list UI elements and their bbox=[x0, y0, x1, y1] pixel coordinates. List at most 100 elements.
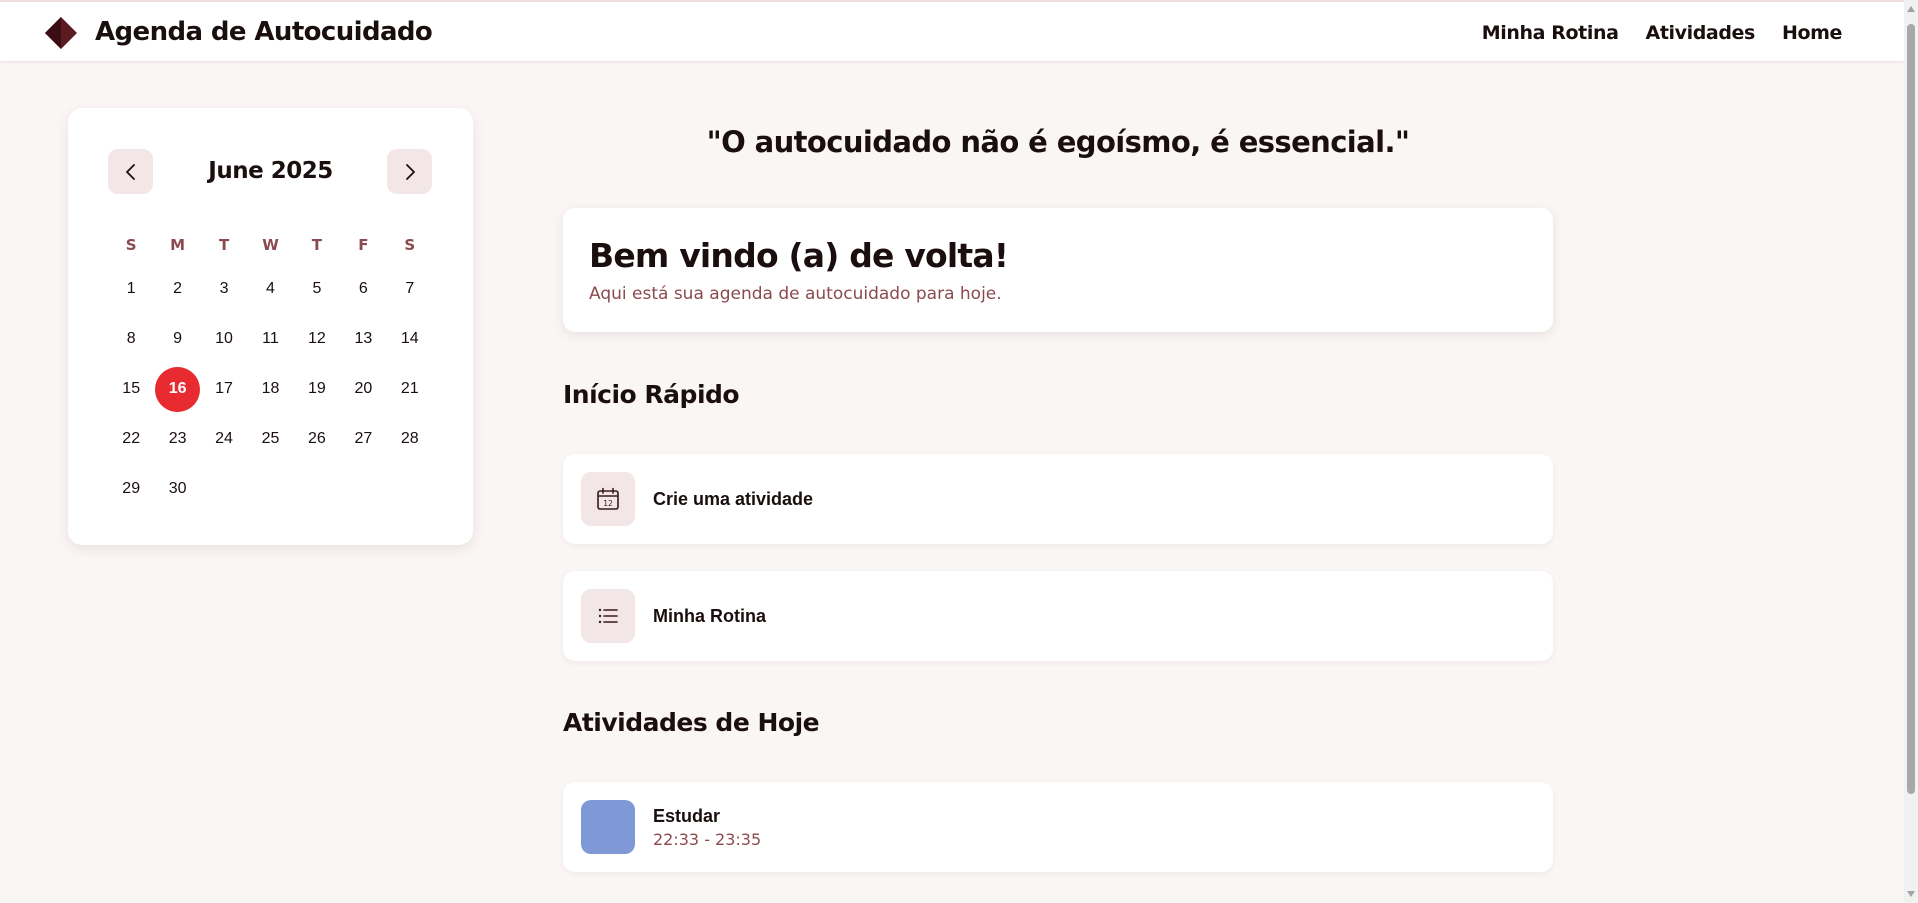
calendar-day-number: 9 bbox=[173, 330, 183, 347]
welcome-subtitle: Aqui está sua agenda de autocuidado para… bbox=[589, 284, 1002, 304]
calendar-day[interactable]: 23 bbox=[154, 414, 200, 464]
calendar-day[interactable]: 28 bbox=[387, 414, 433, 464]
calendar-day[interactable]: 19 bbox=[294, 364, 340, 414]
weekday-label: M bbox=[170, 236, 186, 254]
calendar-day-number: 7 bbox=[405, 280, 415, 297]
top-bar: Agenda de Autocuidado Minha Rotina Ativi… bbox=[0, 0, 1904, 62]
welcome-card: Bem vindo (a) de volta! Aqui está sua ag… bbox=[563, 208, 1553, 332]
svg-text:12: 12 bbox=[603, 499, 613, 508]
quick-start-heading: Início Rápido bbox=[563, 380, 740, 409]
motivational-quote: "O autocuidado não é egoísmo, é essencia… bbox=[706, 125, 1410, 159]
calendar-day[interactable]: 2 bbox=[154, 264, 200, 314]
calendar-day-number: 16 bbox=[155, 366, 201, 412]
calendar-day-number: 1 bbox=[126, 280, 136, 297]
list-icon-container bbox=[581, 589, 635, 643]
calendar-day-number: 20 bbox=[354, 380, 373, 397]
calendar-icon: 12 bbox=[597, 487, 619, 510]
calendar-day[interactable]: 8 bbox=[108, 314, 154, 364]
calendar-day-number: 26 bbox=[308, 430, 326, 447]
weekday-label: S bbox=[404, 236, 416, 254]
calendar-day-number: 22 bbox=[122, 430, 141, 447]
calendar-day-number: 15 bbox=[122, 380, 141, 397]
weekday-label: F bbox=[358, 236, 369, 254]
calendar-day[interactable]: 3 bbox=[201, 264, 247, 314]
create-activity-button[interactable]: 12 Crie uma atividade bbox=[563, 454, 1553, 544]
activity-time: 22:33 - 23:35 bbox=[653, 830, 762, 849]
activity-name: Estudar bbox=[653, 806, 721, 826]
weekday-label: T bbox=[311, 236, 323, 254]
calendar-grid: S M T W T F S 1 2 3 4 5 6 7 8 9 10 11 12 13 14 15 16 17 18 19 20 21… bbox=[108, 226, 433, 514]
calendar-day[interactable]: 21 bbox=[387, 364, 433, 414]
calendar-day[interactable]: 15 bbox=[108, 364, 154, 414]
calendar-day[interactable]: 12 bbox=[294, 314, 340, 364]
calendar-day-number: 3 bbox=[219, 280, 229, 297]
calendar-next-button[interactable] bbox=[387, 149, 432, 194]
scrollbar-thumb[interactable] bbox=[1907, 24, 1915, 794]
chevron-right-icon bbox=[405, 163, 415, 180]
scroll-down-arrow-icon[interactable] bbox=[1907, 891, 1915, 897]
calendar-day-number: 27 bbox=[354, 430, 373, 447]
vertical-scrollbar[interactable] bbox=[1904, 0, 1918, 903]
my-routine-label: Minha Rotina bbox=[653, 606, 766, 626]
calendar-day[interactable]: 27 bbox=[340, 414, 386, 464]
calendar-day-number: 13 bbox=[354, 330, 373, 347]
calendar-day[interactable]: 25 bbox=[247, 414, 293, 464]
calendar-day[interactable]: 11 bbox=[247, 314, 293, 364]
activity-color-swatch bbox=[581, 800, 635, 854]
calendar-icon-container: 12 bbox=[581, 472, 635, 526]
today-activities-heading: Atividades de Hoje bbox=[563, 708, 820, 737]
calendar-widget: June 2025 S M T W T F S 1 2 3 4 5 6 7 8 9 10 11 12 13 14 15 16… bbox=[68, 108, 473, 545]
calendar-day-number: 11 bbox=[262, 330, 279, 347]
calendar-day-number: 30 bbox=[168, 480, 187, 497]
calendar-day[interactable]: 10 bbox=[201, 314, 247, 364]
calendar-day-number: 4 bbox=[266, 280, 275, 297]
calendar-day-number: 25 bbox=[261, 430, 280, 447]
calendar-day[interactable]: 6 bbox=[340, 264, 386, 314]
calendar-day[interactable]: 20 bbox=[340, 364, 386, 414]
calendar-day[interactable]: 18 bbox=[247, 364, 293, 414]
nav-link-home[interactable]: Home bbox=[1782, 22, 1842, 44]
calendar-day-number: 24 bbox=[215, 430, 233, 447]
calendar-day[interactable]: 14 bbox=[387, 314, 433, 364]
weekday-label: W bbox=[262, 236, 279, 254]
weekday-label: T bbox=[218, 236, 230, 254]
activity-item[interactable]: Estudar 22:33 - 23:35 bbox=[563, 782, 1553, 872]
create-activity-label: Crie uma atividade bbox=[653, 489, 814, 509]
calendar-day-number: 6 bbox=[358, 280, 368, 297]
calendar-day-number: 18 bbox=[261, 380, 280, 397]
calendar-day[interactable]: 24 bbox=[201, 414, 247, 464]
calendar-day-number: 17 bbox=[215, 380, 233, 397]
main-nav: Minha Rotina Atividades Home bbox=[1482, 22, 1843, 44]
calendar-day[interactable]: 9 bbox=[154, 314, 200, 364]
calendar-day[interactable]: 7 bbox=[387, 264, 433, 314]
calendar-day-number: 29 bbox=[122, 480, 141, 497]
calendar-day[interactable]: 26 bbox=[294, 414, 340, 464]
calendar-day[interactable]: 22 bbox=[108, 414, 154, 464]
calendar-day-number: 5 bbox=[312, 280, 322, 297]
calendar-day[interactable]: 5 bbox=[294, 264, 340, 314]
scroll-up-arrow-icon[interactable] bbox=[1907, 6, 1915, 12]
calendar-day-number: 19 bbox=[308, 380, 326, 397]
calendar-day[interactable]: 30 bbox=[154, 464, 200, 514]
calendar-day-number: 28 bbox=[400, 430, 419, 447]
my-routine-button[interactable]: Minha Rotina bbox=[563, 571, 1553, 661]
calendar-day-number: 2 bbox=[173, 280, 183, 297]
calendar-day[interactable]: 29 bbox=[108, 464, 154, 514]
calendar-day[interactable]: 1 bbox=[108, 264, 154, 314]
calendar-day-number: 14 bbox=[400, 330, 419, 347]
welcome-title: Bem vindo (a) de volta! bbox=[589, 236, 1009, 275]
diamond-logo-icon[interactable] bbox=[44, 16, 78, 50]
calendar-day[interactable]: 17 bbox=[201, 364, 247, 414]
calendar-day-number: 21 bbox=[400, 380, 419, 397]
calendar-day-number: 12 bbox=[308, 330, 326, 347]
calendar-day[interactable]: 13 bbox=[340, 314, 386, 364]
calendar-day-number: 23 bbox=[168, 430, 187, 447]
weekday-label: S bbox=[125, 236, 137, 254]
calendar-day-number: 8 bbox=[126, 330, 136, 347]
app-title[interactable]: Agenda de Autocuidado bbox=[95, 17, 433, 47]
calendar-day[interactable]: 4 bbox=[247, 264, 293, 314]
nav-link-atividades[interactable]: Atividades bbox=[1646, 22, 1756, 44]
calendar-day-today[interactable]: 16 bbox=[154, 364, 201, 414]
nav-link-minha-rotina[interactable]: Minha Rotina bbox=[1482, 22, 1619, 44]
calendar-day-number: 10 bbox=[215, 330, 233, 347]
